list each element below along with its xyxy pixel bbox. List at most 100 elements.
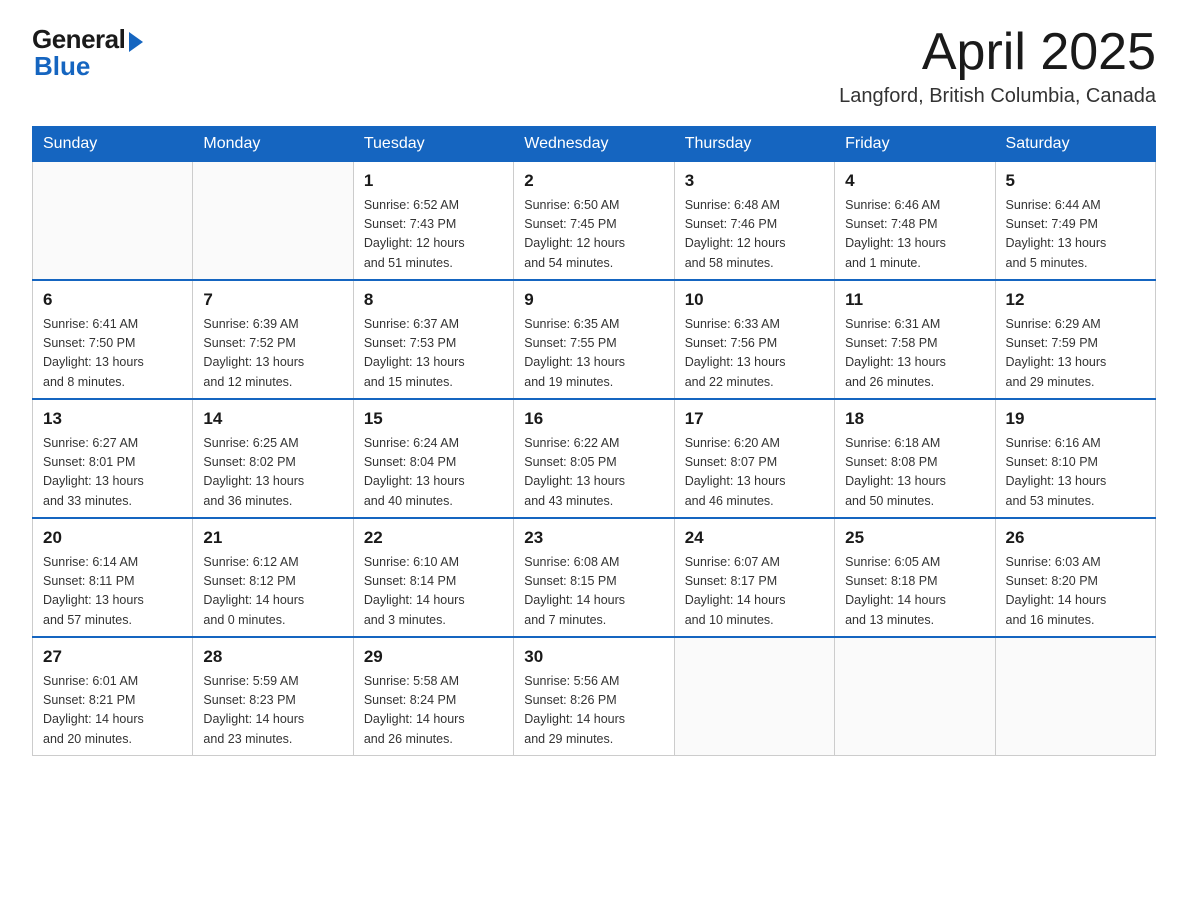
weekday-header-monday: Monday — [193, 127, 353, 162]
weekday-header-tuesday: Tuesday — [353, 127, 513, 162]
day-number: 3 — [685, 168, 824, 194]
calendar-day-cell: 21Sunrise: 6:12 AMSunset: 8:12 PMDayligh… — [193, 518, 353, 637]
logo-arrow-icon — [129, 32, 143, 52]
weekday-header-wednesday: Wednesday — [514, 127, 674, 162]
day-info: Sunrise: 6:46 AMSunset: 7:48 PMDaylight:… — [845, 196, 984, 274]
day-info: Sunrise: 6:05 AMSunset: 8:18 PMDaylight:… — [845, 553, 984, 631]
day-info: Sunrise: 6:44 AMSunset: 7:49 PMDaylight:… — [1006, 196, 1145, 274]
day-info: Sunrise: 6:20 AMSunset: 8:07 PMDaylight:… — [685, 434, 824, 512]
day-number: 17 — [685, 406, 824, 432]
calendar-day-cell: 3Sunrise: 6:48 AMSunset: 7:46 PMDaylight… — [674, 162, 834, 281]
day-info: Sunrise: 6:50 AMSunset: 7:45 PMDaylight:… — [524, 196, 663, 274]
day-number: 27 — [43, 644, 182, 670]
day-info: Sunrise: 6:08 AMSunset: 8:15 PMDaylight:… — [524, 553, 663, 631]
day-info: Sunrise: 6:07 AMSunset: 8:17 PMDaylight:… — [685, 553, 824, 631]
calendar-day-cell: 13Sunrise: 6:27 AMSunset: 8:01 PMDayligh… — [33, 399, 193, 518]
day-number: 26 — [1006, 525, 1145, 551]
logo-blue-text: Blue — [34, 51, 90, 82]
day-number: 8 — [364, 287, 503, 313]
day-number: 2 — [524, 168, 663, 194]
calendar-day-cell: 14Sunrise: 6:25 AMSunset: 8:02 PMDayligh… — [193, 399, 353, 518]
calendar-day-cell — [193, 162, 353, 281]
day-info: Sunrise: 6:18 AMSunset: 8:08 PMDaylight:… — [845, 434, 984, 512]
day-number: 4 — [845, 168, 984, 194]
day-info: Sunrise: 6:10 AMSunset: 8:14 PMDaylight:… — [364, 553, 503, 631]
day-number: 6 — [43, 287, 182, 313]
calendar-day-cell: 17Sunrise: 6:20 AMSunset: 8:07 PMDayligh… — [674, 399, 834, 518]
calendar-day-cell: 25Sunrise: 6:05 AMSunset: 8:18 PMDayligh… — [835, 518, 995, 637]
calendar-day-cell: 16Sunrise: 6:22 AMSunset: 8:05 PMDayligh… — [514, 399, 674, 518]
calendar-day-cell: 22Sunrise: 6:10 AMSunset: 8:14 PMDayligh… — [353, 518, 513, 637]
calendar-day-cell: 2Sunrise: 6:50 AMSunset: 7:45 PMDaylight… — [514, 162, 674, 281]
day-info: Sunrise: 6:24 AMSunset: 8:04 PMDaylight:… — [364, 434, 503, 512]
calendar-day-cell: 10Sunrise: 6:33 AMSunset: 7:56 PMDayligh… — [674, 280, 834, 399]
day-info: Sunrise: 6:03 AMSunset: 8:20 PMDaylight:… — [1006, 553, 1145, 631]
day-info: Sunrise: 6:52 AMSunset: 7:43 PMDaylight:… — [364, 196, 503, 274]
calendar-day-cell: 9Sunrise: 6:35 AMSunset: 7:55 PMDaylight… — [514, 280, 674, 399]
day-number: 1 — [364, 168, 503, 194]
calendar-day-cell: 6Sunrise: 6:41 AMSunset: 7:50 PMDaylight… — [33, 280, 193, 399]
weekday-header-row: SundayMondayTuesdayWednesdayThursdayFrid… — [33, 127, 1156, 162]
day-info: Sunrise: 5:56 AMSunset: 8:26 PMDaylight:… — [524, 672, 663, 750]
calendar-week-row: 6Sunrise: 6:41 AMSunset: 7:50 PMDaylight… — [33, 280, 1156, 399]
calendar-day-cell: 7Sunrise: 6:39 AMSunset: 7:52 PMDaylight… — [193, 280, 353, 399]
calendar-day-cell: 5Sunrise: 6:44 AMSunset: 7:49 PMDaylight… — [995, 162, 1155, 281]
day-number: 16 — [524, 406, 663, 432]
calendar-day-cell — [835, 637, 995, 756]
page-header: General Blue April 2025 Langford, Britis… — [32, 24, 1156, 108]
calendar-week-row: 27Sunrise: 6:01 AMSunset: 8:21 PMDayligh… — [33, 637, 1156, 756]
day-number: 15 — [364, 406, 503, 432]
calendar-day-cell: 1Sunrise: 6:52 AMSunset: 7:43 PMDaylight… — [353, 162, 513, 281]
location-subtitle: Langford, British Columbia, Canada — [839, 85, 1156, 108]
calendar-day-cell: 12Sunrise: 6:29 AMSunset: 7:59 PMDayligh… — [995, 280, 1155, 399]
day-info: Sunrise: 6:25 AMSunset: 8:02 PMDaylight:… — [203, 434, 342, 512]
calendar-day-cell: 30Sunrise: 5:56 AMSunset: 8:26 PMDayligh… — [514, 637, 674, 756]
calendar-day-cell: 18Sunrise: 6:18 AMSunset: 8:08 PMDayligh… — [835, 399, 995, 518]
calendar-day-cell: 19Sunrise: 6:16 AMSunset: 8:10 PMDayligh… — [995, 399, 1155, 518]
calendar-day-cell: 27Sunrise: 6:01 AMSunset: 8:21 PMDayligh… — [33, 637, 193, 756]
day-number: 29 — [364, 644, 503, 670]
day-number: 12 — [1006, 287, 1145, 313]
calendar-day-cell: 20Sunrise: 6:14 AMSunset: 8:11 PMDayligh… — [33, 518, 193, 637]
day-number: 7 — [203, 287, 342, 313]
weekday-header-sunday: Sunday — [33, 127, 193, 162]
calendar-day-cell: 4Sunrise: 6:46 AMSunset: 7:48 PMDaylight… — [835, 162, 995, 281]
day-number: 5 — [1006, 168, 1145, 194]
day-info: Sunrise: 6:27 AMSunset: 8:01 PMDaylight:… — [43, 434, 182, 512]
day-number: 22 — [364, 525, 503, 551]
month-title: April 2025 — [839, 24, 1156, 81]
day-info: Sunrise: 6:29 AMSunset: 7:59 PMDaylight:… — [1006, 315, 1145, 393]
day-info: Sunrise: 6:33 AMSunset: 7:56 PMDaylight:… — [685, 315, 824, 393]
logo: General Blue — [32, 24, 143, 82]
calendar-day-cell: 23Sunrise: 6:08 AMSunset: 8:15 PMDayligh… — [514, 518, 674, 637]
day-info: Sunrise: 6:12 AMSunset: 8:12 PMDaylight:… — [203, 553, 342, 631]
day-number: 24 — [685, 525, 824, 551]
day-info: Sunrise: 6:37 AMSunset: 7:53 PMDaylight:… — [364, 315, 503, 393]
calendar-day-cell: 11Sunrise: 6:31 AMSunset: 7:58 PMDayligh… — [835, 280, 995, 399]
day-number: 23 — [524, 525, 663, 551]
calendar-week-row: 13Sunrise: 6:27 AMSunset: 8:01 PMDayligh… — [33, 399, 1156, 518]
day-number: 20 — [43, 525, 182, 551]
day-number: 10 — [685, 287, 824, 313]
day-number: 18 — [845, 406, 984, 432]
calendar-week-row: 20Sunrise: 6:14 AMSunset: 8:11 PMDayligh… — [33, 518, 1156, 637]
day-number: 25 — [845, 525, 984, 551]
day-info: Sunrise: 5:58 AMSunset: 8:24 PMDaylight:… — [364, 672, 503, 750]
weekday-header-thursday: Thursday — [674, 127, 834, 162]
day-info: Sunrise: 6:39 AMSunset: 7:52 PMDaylight:… — [203, 315, 342, 393]
title-area: April 2025 Langford, British Columbia, C… — [839, 24, 1156, 108]
calendar-day-cell: 28Sunrise: 5:59 AMSunset: 8:23 PMDayligh… — [193, 637, 353, 756]
calendar-day-cell: 26Sunrise: 6:03 AMSunset: 8:20 PMDayligh… — [995, 518, 1155, 637]
day-info: Sunrise: 6:48 AMSunset: 7:46 PMDaylight:… — [685, 196, 824, 274]
weekday-header-saturday: Saturday — [995, 127, 1155, 162]
day-info: Sunrise: 6:14 AMSunset: 8:11 PMDaylight:… — [43, 553, 182, 631]
calendar-week-row: 1Sunrise: 6:52 AMSunset: 7:43 PMDaylight… — [33, 162, 1156, 281]
day-info: Sunrise: 6:22 AMSunset: 8:05 PMDaylight:… — [524, 434, 663, 512]
day-number: 9 — [524, 287, 663, 313]
day-number: 11 — [845, 287, 984, 313]
day-number: 14 — [203, 406, 342, 432]
day-number: 19 — [1006, 406, 1145, 432]
calendar-day-cell: 24Sunrise: 6:07 AMSunset: 8:17 PMDayligh… — [674, 518, 834, 637]
day-info: Sunrise: 5:59 AMSunset: 8:23 PMDaylight:… — [203, 672, 342, 750]
day-info: Sunrise: 6:16 AMSunset: 8:10 PMDaylight:… — [1006, 434, 1145, 512]
